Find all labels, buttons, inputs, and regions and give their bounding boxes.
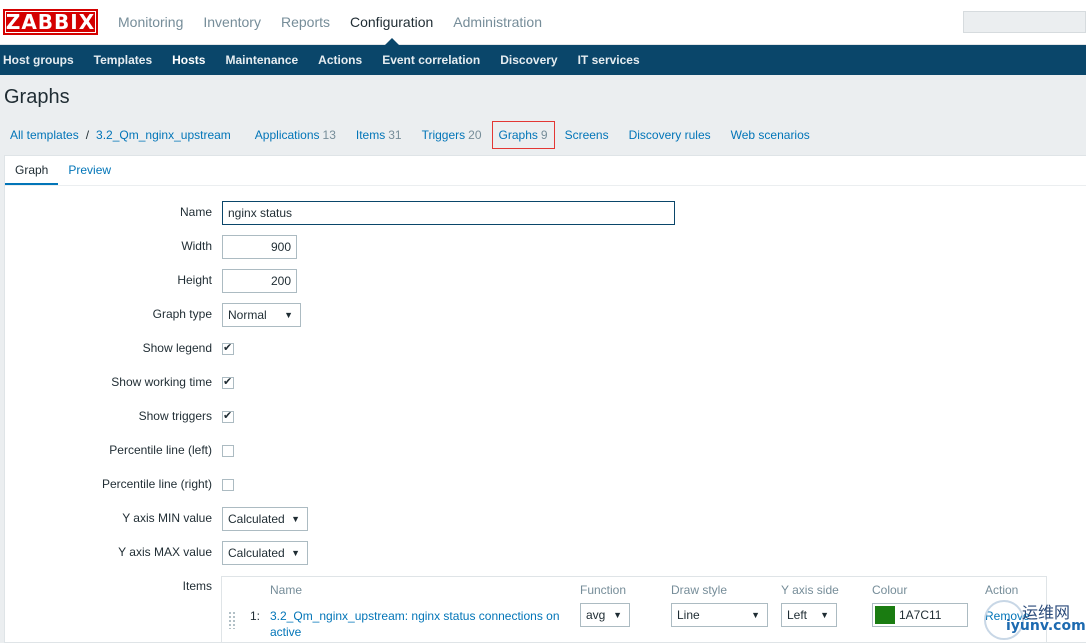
show-legend-checkbox[interactable] bbox=[222, 341, 234, 355]
form-tabs: Graph Preview bbox=[5, 156, 1086, 186]
breadcrumb-all-templates[interactable]: All templates bbox=[0, 122, 84, 148]
tab-preview[interactable]: Preview bbox=[58, 156, 121, 185]
watermark-text-url: iyunv.com bbox=[1006, 618, 1086, 634]
nav-triggers[interactable]: Triggers 20 bbox=[412, 121, 492, 149]
graph-type-row: Graph type Normal ▼ bbox=[5, 303, 1085, 327]
colour-swatch[interactable] bbox=[875, 606, 895, 624]
items-label: Items bbox=[182, 579, 212, 593]
graph-type-label: Graph type bbox=[152, 307, 212, 321]
nav-items[interactable]: Items 31 bbox=[346, 121, 412, 149]
dropdown-arrow-icon: ▼ bbox=[751, 610, 760, 620]
colour-value: 1A7C11 bbox=[899, 608, 942, 622]
dropdown-arrow-icon: ▼ bbox=[291, 548, 300, 558]
height-input[interactable]: 200 bbox=[222, 269, 297, 293]
menu-monitoring[interactable]: Monitoring bbox=[108, 0, 193, 45]
breadcrumb-separator: / bbox=[85, 128, 90, 142]
submenu-maintenance[interactable]: Maintenance bbox=[215, 45, 308, 75]
zabbix-logo[interactable]: ZABBIX bbox=[3, 9, 98, 35]
percentile-right-label: Percentile line (right) bbox=[101, 477, 212, 491]
show-legend-label: Show legend bbox=[142, 341, 212, 355]
graph-type-select[interactable]: Normal ▼ bbox=[222, 303, 301, 327]
th-colour: Colour bbox=[872, 583, 908, 597]
y-axis-side-select[interactable]: Left ▼ bbox=[781, 603, 837, 627]
ymin-select[interactable]: Calculated ▼ bbox=[222, 507, 308, 531]
item-number: 1: bbox=[250, 609, 261, 623]
submenu-it-services[interactable]: IT services bbox=[568, 45, 650, 75]
ymin-row: Y axis MIN value Calculated ▼ bbox=[5, 507, 1085, 531]
show-triggers-label: Show triggers bbox=[138, 409, 212, 423]
name-input[interactable]: nginx status bbox=[222, 201, 675, 225]
height-label: Height bbox=[177, 273, 212, 287]
menu-configuration[interactable]: Configuration bbox=[340, 0, 443, 45]
ymax-label: Y axis MAX value bbox=[118, 545, 212, 559]
draw-style-select[interactable]: Line ▼ bbox=[671, 603, 768, 627]
show-legend-row: Show legend bbox=[5, 337, 1085, 361]
width-row: Width 900 bbox=[5, 235, 1085, 259]
table-row: 1: 3.2_Qm_nginx_upstream: nginx status c… bbox=[222, 603, 1046, 643]
nav-web-scenarios[interactable]: Web scenarios bbox=[721, 121, 820, 149]
dropdown-arrow-icon: ▼ bbox=[284, 310, 293, 320]
submenu-event-correlation[interactable]: Event correlation bbox=[372, 45, 490, 75]
submenu-actions[interactable]: Actions bbox=[308, 45, 372, 75]
nav-applications[interactable]: Applications 13 bbox=[245, 121, 346, 149]
th-name: Name bbox=[270, 583, 303, 597]
ymax-row: Y axis MAX value Calculated ▼ bbox=[5, 541, 1085, 565]
percentile-right-checkbox[interactable] bbox=[222, 479, 234, 491]
items-table: Name Function Draw style Y axis side Col… bbox=[221, 576, 1047, 643]
item-name-link[interactable]: 3.2_Qm_nginx_upstream: nginx status conn… bbox=[270, 608, 575, 640]
menu-reports[interactable]: Reports bbox=[271, 0, 340, 45]
function-select[interactable]: avg ▼ bbox=[580, 603, 630, 627]
width-label: Width bbox=[181, 239, 212, 253]
ymin-label: Y axis MIN value bbox=[122, 511, 212, 525]
main-menu: Monitoring Inventory Reports Configurati… bbox=[108, 0, 552, 45]
menu-administration[interactable]: Administration bbox=[443, 0, 552, 45]
submenu-hosts[interactable]: Hosts bbox=[162, 45, 215, 75]
nav-discovery-rules[interactable]: Discovery rules bbox=[619, 121, 721, 149]
ymax-select[interactable]: Calculated ▼ bbox=[222, 541, 308, 565]
breadcrumb-template[interactable]: 3.2_Qm_nginx_upstream bbox=[91, 122, 236, 148]
height-row: Height 200 bbox=[5, 269, 1085, 293]
th-action: Action bbox=[985, 583, 1019, 597]
percentile-left-row: Percentile line (left) bbox=[5, 439, 1085, 463]
show-triggers-checkbox[interactable] bbox=[222, 409, 234, 423]
breadcrumb: All templates / 3.2_Qm_nginx_upstream Ap… bbox=[0, 121, 1086, 149]
percentile-right-row: Percentile line (right) bbox=[5, 473, 1085, 497]
width-input[interactable]: 900 bbox=[222, 235, 297, 259]
percentile-left-label: Percentile line (left) bbox=[109, 443, 212, 457]
name-label: Name bbox=[179, 205, 212, 219]
th-function: Function bbox=[580, 583, 627, 597]
top-bar: ZABBIX Monitoring Inventory Reports Conf… bbox=[0, 0, 1086, 45]
menu-inventory[interactable]: Inventory bbox=[193, 0, 271, 45]
show-working-time-row: Show working time bbox=[5, 371, 1085, 395]
dropdown-arrow-icon: ▼ bbox=[820, 610, 829, 620]
percentile-left-checkbox[interactable] bbox=[222, 445, 234, 457]
submenu-templates[interactable]: Templates bbox=[84, 45, 162, 75]
graph-form: Graph Preview Name nginx status Width 90… bbox=[4, 155, 1086, 643]
watermark-logo: 运维网 iyunv.com bbox=[984, 596, 1086, 642]
tab-graph[interactable]: Graph bbox=[5, 156, 59, 185]
submenu-host-groups[interactable]: Host groups bbox=[0, 45, 84, 75]
show-working-time-checkbox[interactable] bbox=[222, 375, 234, 389]
drag-handle-icon[interactable] bbox=[228, 611, 236, 629]
show-working-time-label: Show working time bbox=[111, 375, 212, 389]
show-triggers-row: Show triggers bbox=[5, 405, 1085, 429]
page-title: Graphs bbox=[4, 86, 70, 108]
name-row: Name nginx status bbox=[5, 201, 1085, 225]
dropdown-arrow-icon: ▼ bbox=[291, 514, 300, 524]
sub-menu: Host groups Templates Hosts Maintenance … bbox=[0, 45, 1086, 75]
submenu-discovery[interactable]: Discovery bbox=[490, 45, 567, 75]
th-y-axis-side: Y axis side bbox=[781, 583, 839, 597]
colour-picker[interactable]: 1A7C11 bbox=[872, 603, 968, 627]
nav-graphs[interactable]: Graphs 9 bbox=[491, 121, 555, 149]
th-draw-style: Draw style bbox=[671, 583, 728, 597]
dropdown-arrow-icon: ▼ bbox=[613, 610, 622, 620]
nav-screens[interactable]: Screens bbox=[555, 121, 619, 149]
search-input[interactable] bbox=[963, 11, 1086, 33]
